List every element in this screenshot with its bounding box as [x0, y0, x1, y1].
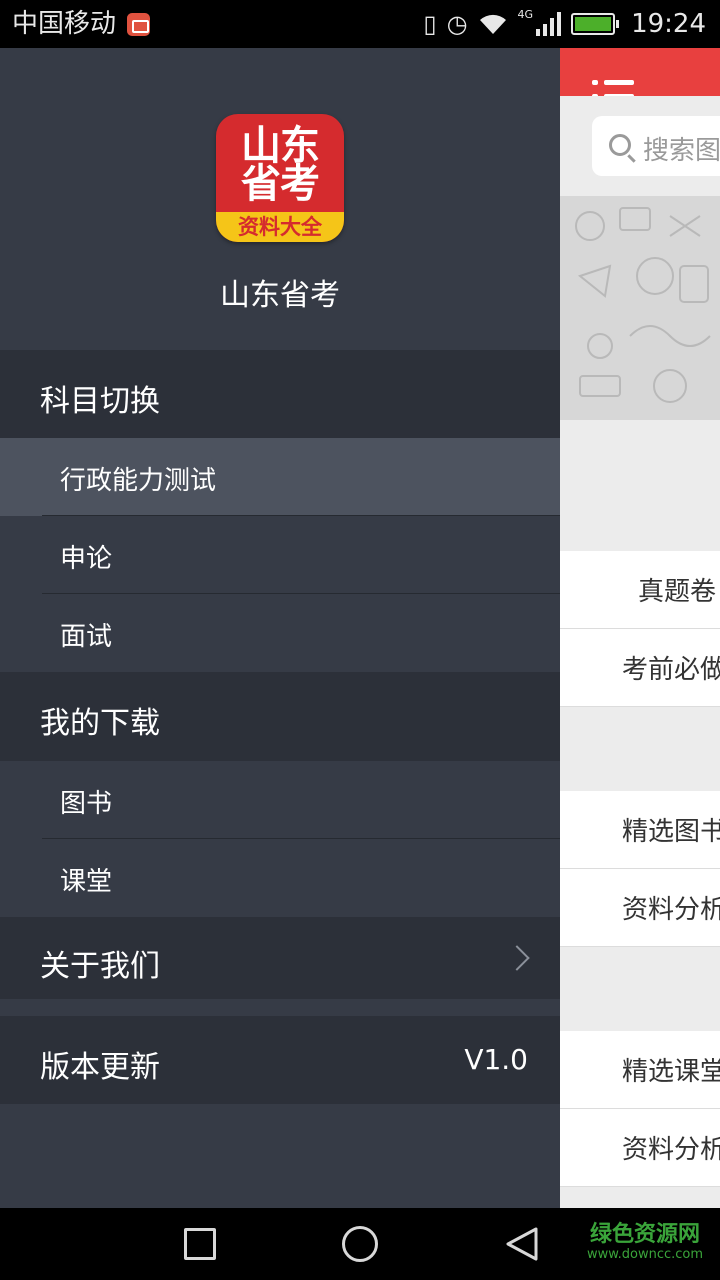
- navigation-drawer: 山东 省考 资料大全 山东省考 科目切换 行政能力测试 申论 面试 我的下载 图…: [0, 48, 560, 1208]
- section-subject-switch: 科目切换: [0, 350, 560, 438]
- list-item[interactable]: 真题卷: [560, 551, 720, 629]
- carrier-name: 中国移动: [12, 9, 117, 39]
- network-type: 4G: [517, 7, 534, 21]
- alarm-icon: ◷: [446, 10, 468, 38]
- section-label: 我的下载: [40, 706, 160, 741]
- drawer-item-classroom[interactable]: 课堂: [0, 839, 560, 917]
- app-name: 山东省考: [220, 278, 340, 313]
- vibrate-icon: ▯: [423, 10, 437, 38]
- wifi-icon: [479, 14, 506, 34]
- list-item[interactable]: 资料分析: [560, 1109, 720, 1187]
- drawer-item-version-update[interactable]: 版本更新 V1.0: [0, 1016, 560, 1104]
- app-logo: 山东 省考 资料大全: [216, 114, 344, 242]
- recent-apps-button[interactable]: [184, 1228, 216, 1260]
- status-bar: 中国移动 ▯ ◷ 4G 19:24: [0, 0, 720, 48]
- drawer-header: 山东 省考 资料大全 山东省考: [0, 48, 560, 350]
- drawer-item-interview[interactable]: 面试: [0, 594, 560, 672]
- banner-image[interactable]: [560, 196, 720, 420]
- list-item[interactable]: 资料分析: [560, 869, 720, 947]
- battery-icon: [571, 13, 620, 35]
- status-icons: ▯ ◷ 4G 19:24: [423, 6, 706, 42]
- section-my-downloads: 我的下载: [0, 672, 560, 761]
- back-button[interactable]: [504, 1226, 540, 1262]
- drawer-item-essay[interactable]: 申论: [0, 516, 560, 594]
- list-item[interactable]: 精选图书: [560, 791, 720, 869]
- signal-icon: [536, 12, 562, 36]
- section-label: 科目切换: [40, 384, 160, 419]
- watermark-logo: 绿色资源网 www.downcc.com: [586, 1222, 704, 1262]
- list-item[interactable]: 精选课堂: [560, 1031, 720, 1109]
- list-item[interactable]: 考前必做: [560, 629, 720, 707]
- clock: 19:24: [631, 9, 706, 39]
- drawer-item-admin-ability-test[interactable]: 行政能力测试: [0, 438, 560, 516]
- drawer-item-about-us[interactable]: 关于我们: [0, 917, 560, 999]
- chevron-right-icon: [504, 945, 530, 971]
- search-placeholder: 搜索图: [643, 136, 720, 166]
- home-button[interactable]: [342, 1226, 378, 1262]
- drawer-item-books[interactable]: 图书: [0, 761, 560, 839]
- divider: [0, 999, 560, 1016]
- search-icon: [609, 134, 631, 156]
- version-number: V1.0: [464, 1043, 528, 1076]
- message-notification-icon: [127, 13, 150, 36]
